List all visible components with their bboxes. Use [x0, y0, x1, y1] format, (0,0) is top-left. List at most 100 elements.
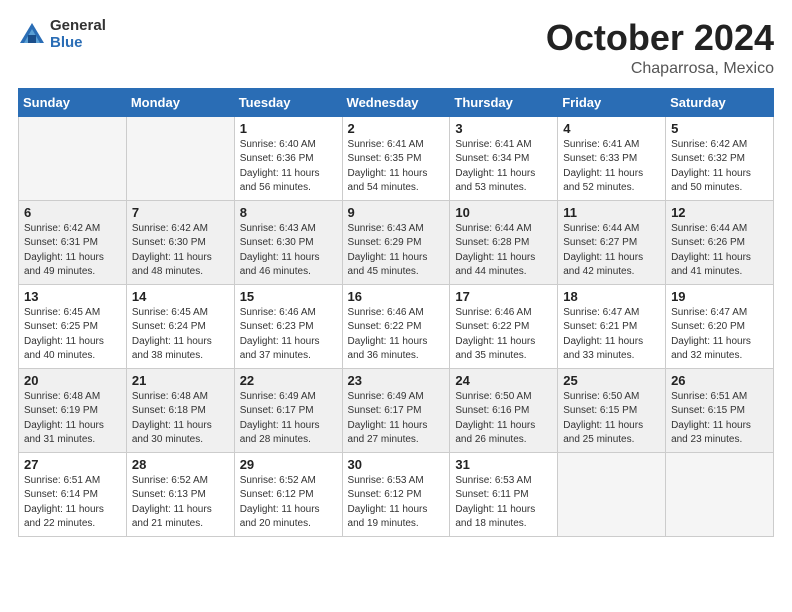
day-info: Sunrise: 6:45 AM Sunset: 6:25 PM Dayligh… [24, 306, 121, 364]
logo: General Blue [18, 18, 106, 51]
table-row: 6Sunrise: 6:42 AM Sunset: 6:31 PM Daylig… [19, 200, 127, 284]
day-number: 17 [455, 289, 552, 304]
table-row: 20 Sunrise: 6:48 AM Sunset: 6:19 PM Dayli… [19, 368, 127, 452]
table-row: 5Sunrise: 6:42 AM Sunset: 6:32 PM Daylig… [666, 116, 774, 200]
day-info: Sunrise: 6:42 AM Sunset: 6:30 PM Dayligh… [132, 222, 229, 280]
table-row: 24 Sunrise: 6:50 AM Sunset: 6:16 PM Dayli… [450, 368, 558, 452]
day-info: Sunrise: 6:51 AM Sunset: 6:14 PM Dayligh… [24, 474, 121, 532]
day-info: Sunrise: 6:41 AM Sunset: 6:35 PM Dayligh… [348, 138, 445, 196]
day-info: Sunrise: 6:45 AM Sunset: 6:24 PM Dayligh… [132, 306, 229, 364]
day-info: Sunrise: 6:48 AM Sunset: 6:19 PM Dayligh… [24, 390, 121, 448]
table-row: 22Sunrise: 6:49 AM Sunset: 6:17 PM Dayli… [234, 368, 342, 452]
table-row: 26 Sunrise: 6:51 AM Sunset: 6:15 PM Dayli… [666, 368, 774, 452]
table-row [126, 116, 234, 200]
calendar-week-row: 20 Sunrise: 6:48 AM Sunset: 6:19 PM Dayli… [19, 368, 774, 452]
col-friday: Friday [558, 88, 666, 116]
day-number: 9 [348, 205, 445, 220]
table-row: 3 Sunrise: 6:41 AM Sunset: 6:34 PM Daylig… [450, 116, 558, 200]
day-info: Sunrise: 6:40 AM Sunset: 6:36 PM Dayligh… [240, 138, 337, 196]
col-wednesday: Wednesday [342, 88, 450, 116]
calendar-week-row: 13 Sunrise: 6:45 AM Sunset: 6:25 PM Dayli… [19, 284, 774, 368]
month-title: October 2024 [546, 18, 774, 58]
calendar-week-row: 27 Sunrise: 6:51 AM Sunset: 6:14 PM Dayli… [19, 452, 774, 536]
logo-general-text: General [50, 18, 106, 35]
day-number: 6 [24, 205, 121, 220]
day-number: 24 [455, 373, 552, 388]
day-number: 8 [240, 205, 337, 220]
day-info: Sunrise: 6:48 AM Sunset: 6:18 PM Dayligh… [132, 390, 229, 448]
table-row: 10 Sunrise: 6:44 AM Sunset: 6:28 PM Dayli… [450, 200, 558, 284]
day-info: Sunrise: 6:49 AM Sunset: 6:17 PM Dayligh… [240, 390, 337, 448]
day-number: 13 [24, 289, 121, 304]
table-row: 28Sunrise: 6:52 AM Sunset: 6:13 PM Dayli… [126, 452, 234, 536]
day-number: 25 [563, 373, 660, 388]
col-thursday: Thursday [450, 88, 558, 116]
title-block: October 2024 Chaparrosa, Mexico [546, 18, 774, 78]
day-info: Sunrise: 6:47 AM Sunset: 6:21 PM Dayligh… [563, 306, 660, 364]
header: General Blue October 2024 Chaparrosa, Me… [18, 18, 774, 78]
table-row: 19 Sunrise: 6:47 AM Sunset: 6:20 PM Dayli… [666, 284, 774, 368]
logo-blue-text: Blue [50, 35, 106, 52]
table-row: 15Sunrise: 6:46 AM Sunset: 6:23 PM Dayli… [234, 284, 342, 368]
day-number: 31 [455, 457, 552, 472]
day-info: Sunrise: 6:41 AM Sunset: 6:34 PM Dayligh… [455, 138, 552, 196]
day-number: 19 [671, 289, 768, 304]
day-number: 10 [455, 205, 552, 220]
day-info: Sunrise: 6:44 AM Sunset: 6:26 PM Dayligh… [671, 222, 768, 280]
table-row: 7 Sunrise: 6:42 AM Sunset: 6:30 PM Daylig… [126, 200, 234, 284]
logo-text: General Blue [50, 18, 106, 51]
day-info: Sunrise: 6:46 AM Sunset: 6:22 PM Dayligh… [348, 306, 445, 364]
table-row: 27 Sunrise: 6:51 AM Sunset: 6:14 PM Dayli… [19, 452, 127, 536]
day-number: 26 [671, 373, 768, 388]
day-info: Sunrise: 6:53 AM Sunset: 6:11 PM Dayligh… [455, 474, 552, 532]
table-row [558, 452, 666, 536]
calendar-week-row: 6Sunrise: 6:42 AM Sunset: 6:31 PM Daylig… [19, 200, 774, 284]
day-number: 29 [240, 457, 337, 472]
day-info: Sunrise: 6:53 AM Sunset: 6:12 PM Dayligh… [348, 474, 445, 532]
day-number: 4 [563, 121, 660, 136]
day-number: 12 [671, 205, 768, 220]
col-monday: Monday [126, 88, 234, 116]
col-tuesday: Tuesday [234, 88, 342, 116]
calendar-header-row: Sunday Monday Tuesday Wednesday Thursday… [19, 88, 774, 116]
table-row: 25Sunrise: 6:50 AM Sunset: 6:15 PM Dayli… [558, 368, 666, 452]
page: General Blue October 2024 Chaparrosa, Me… [0, 0, 792, 612]
day-info: Sunrise: 6:52 AM Sunset: 6:12 PM Dayligh… [240, 474, 337, 532]
day-number: 16 [348, 289, 445, 304]
day-number: 15 [240, 289, 337, 304]
day-number: 2 [348, 121, 445, 136]
day-info: Sunrise: 6:46 AM Sunset: 6:22 PM Dayligh… [455, 306, 552, 364]
day-info: Sunrise: 6:44 AM Sunset: 6:27 PM Dayligh… [563, 222, 660, 280]
day-number: 3 [455, 121, 552, 136]
table-row: 2 Sunrise: 6:41 AM Sunset: 6:35 PM Daylig… [342, 116, 450, 200]
location: Chaparrosa, Mexico [546, 60, 774, 78]
day-number: 1 [240, 121, 337, 136]
day-number: 20 [24, 373, 121, 388]
day-info: Sunrise: 6:42 AM Sunset: 6:32 PM Dayligh… [671, 138, 768, 196]
day-info: Sunrise: 6:51 AM Sunset: 6:15 PM Dayligh… [671, 390, 768, 448]
day-info: Sunrise: 6:43 AM Sunset: 6:29 PM Dayligh… [348, 222, 445, 280]
logo-icon [18, 21, 46, 49]
table-row: 30Sunrise: 6:53 AM Sunset: 6:12 PM Dayli… [342, 452, 450, 536]
day-info: Sunrise: 6:43 AM Sunset: 6:30 PM Dayligh… [240, 222, 337, 280]
table-row [666, 452, 774, 536]
day-info: Sunrise: 6:49 AM Sunset: 6:17 PM Dayligh… [348, 390, 445, 448]
day-number: 11 [563, 205, 660, 220]
table-row: 13 Sunrise: 6:45 AM Sunset: 6:25 PM Dayli… [19, 284, 127, 368]
day-info: Sunrise: 6:44 AM Sunset: 6:28 PM Dayligh… [455, 222, 552, 280]
table-row: 16 Sunrise: 6:46 AM Sunset: 6:22 PM Dayli… [342, 284, 450, 368]
day-info: Sunrise: 6:50 AM Sunset: 6:16 PM Dayligh… [455, 390, 552, 448]
day-number: 14 [132, 289, 229, 304]
day-number: 7 [132, 205, 229, 220]
table-row: 9 Sunrise: 6:43 AM Sunset: 6:29 PM Daylig… [342, 200, 450, 284]
table-row: 21Sunrise: 6:48 AM Sunset: 6:18 PM Dayli… [126, 368, 234, 452]
day-number: 27 [24, 457, 121, 472]
day-number: 18 [563, 289, 660, 304]
table-row: 31 Sunrise: 6:53 AM Sunset: 6:11 PM Dayli… [450, 452, 558, 536]
table-row: 18 Sunrise: 6:47 AM Sunset: 6:21 PM Dayli… [558, 284, 666, 368]
table-row: 23Sunrise: 6:49 AM Sunset: 6:17 PM Dayli… [342, 368, 450, 452]
day-info: Sunrise: 6:47 AM Sunset: 6:20 PM Dayligh… [671, 306, 768, 364]
table-row: 14 Sunrise: 6:45 AM Sunset: 6:24 PM Dayli… [126, 284, 234, 368]
table-row: 8 Sunrise: 6:43 AM Sunset: 6:30 PM Daylig… [234, 200, 342, 284]
table-row: 11 Sunrise: 6:44 AM Sunset: 6:27 PM Dayli… [558, 200, 666, 284]
